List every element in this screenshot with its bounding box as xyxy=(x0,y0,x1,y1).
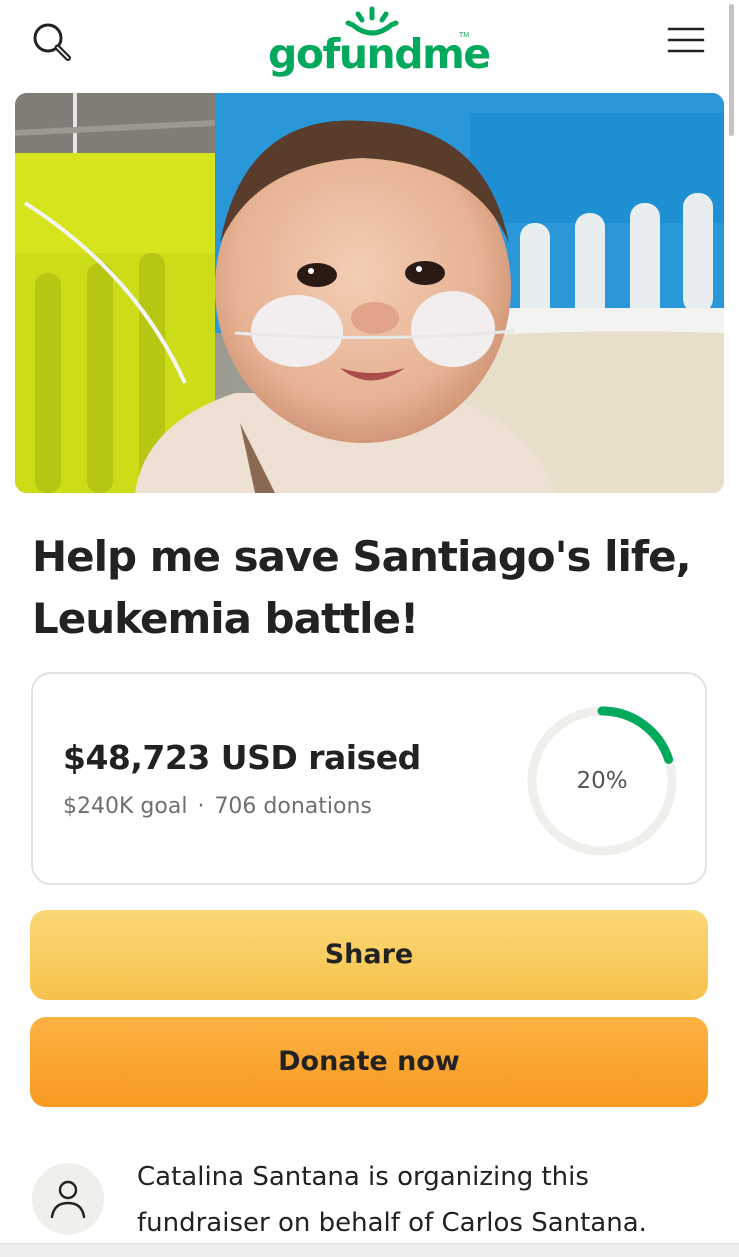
top-header: gofundme TM xyxy=(0,0,739,86)
share-button[interactable]: Share xyxy=(30,910,708,1000)
donations-count: 706 donations xyxy=(214,794,372,819)
campaign-title: Help me save Santiago's life, Leukemia b… xyxy=(32,532,692,643)
organizer-avatar[interactable] xyxy=(32,1163,104,1235)
progress-percent: 20% xyxy=(576,768,628,794)
progress-ring: 20% xyxy=(525,704,679,858)
scrollbar-thumb[interactable] xyxy=(729,4,734,136)
search-icon xyxy=(33,23,71,61)
hamburger-menu-icon xyxy=(667,27,705,53)
logo-wordmark: gofundme xyxy=(268,30,491,78)
gofundme-logo[interactable]: gofundme TM xyxy=(268,6,491,80)
baby-photo-illustration xyxy=(15,93,724,493)
search-button[interactable] xyxy=(30,20,74,64)
campaign-hero-image[interactable] xyxy=(15,93,724,493)
separator-dot: · xyxy=(197,794,205,819)
donate-now-button[interactable]: Donate now xyxy=(30,1017,708,1107)
browser-bottom-bar xyxy=(0,1243,739,1257)
donation-progress-card: $48,723 USD raised $240K goal · 706 donati… xyxy=(31,672,707,885)
menu-button[interactable] xyxy=(663,20,709,60)
user-icon xyxy=(50,1180,86,1219)
organizer-section: Catalina Santana is organizing this fund… xyxy=(0,1150,739,1256)
goal-amount: $240K goal xyxy=(63,794,188,819)
goal-and-donations: $240K goal · 706 donations xyxy=(63,794,372,819)
logo-trademark: TM xyxy=(459,32,470,39)
organizer-description: Catalina Santana is organizing this fund… xyxy=(137,1162,647,1238)
amount-raised: $48,723 USD raised xyxy=(63,738,421,777)
